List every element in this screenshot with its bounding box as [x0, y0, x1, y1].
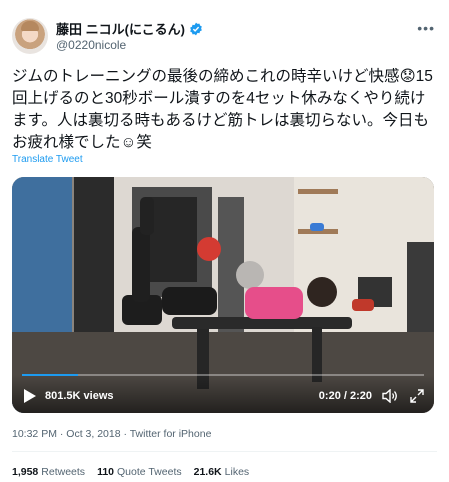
- volume-icon[interactable]: [382, 389, 398, 403]
- divider: [12, 451, 437, 452]
- likes-label: Likes: [224, 466, 250, 478]
- quotes-count: 110: [97, 466, 115, 478]
- avatar[interactable]: [12, 18, 48, 54]
- fullscreen-icon[interactable]: [410, 389, 424, 403]
- retweets-count: 1,958: [12, 466, 39, 478]
- more-options-icon[interactable]: •••: [417, 20, 435, 36]
- retweets-label: Retweets: [41, 466, 86, 478]
- verified-badge-icon: [190, 22, 202, 35]
- video-progress-fill: [22, 374, 79, 376]
- quotes-label: Quote Tweets: [117, 466, 182, 478]
- likes-count: 21.6K: [193, 466, 222, 478]
- author-name-row[interactable]: 藤田 ニコル(にこるん): [56, 19, 203, 38]
- video-view-count: 801.5K views: [45, 390, 114, 402]
- translate-tweet-link[interactable]: Translate Tweet: [12, 154, 83, 165]
- retweets-stat[interactable]: 1,958 Retweets: [12, 466, 85, 478]
- tweet-stats: 1,958 Retweets 110 Quote Tweets 21.6K Likes: [12, 466, 249, 478]
- video-progress-bar[interactable]: [22, 374, 424, 376]
- likes-stat[interactable]: 21.6K Likes: [194, 466, 250, 478]
- video-player[interactable]: 801.5K views 0:20 / 2:20: [12, 177, 434, 413]
- tweet-text: ジムのトレーニングの最後の締めこれの時辛いけど快感😟15回上げるのと30秒ボール…: [12, 68, 433, 151]
- author-display-name[interactable]: 藤田 ニコル(にこるん): [56, 19, 185, 38]
- author-handle[interactable]: @0220nicole: [56, 38, 126, 52]
- tweet-header: 藤田 ニコル(にこるん) @0220nicole •••: [12, 14, 437, 58]
- video-time: 0:20 / 2:20: [318, 390, 372, 402]
- tweet-timestamp[interactable]: 10:32 PM · Oct 3, 2018 · Twitter for iPh…: [12, 428, 211, 440]
- play-icon[interactable]: [24, 389, 36, 403]
- quote-tweets-stat[interactable]: 110 Quote Tweets: [97, 466, 182, 478]
